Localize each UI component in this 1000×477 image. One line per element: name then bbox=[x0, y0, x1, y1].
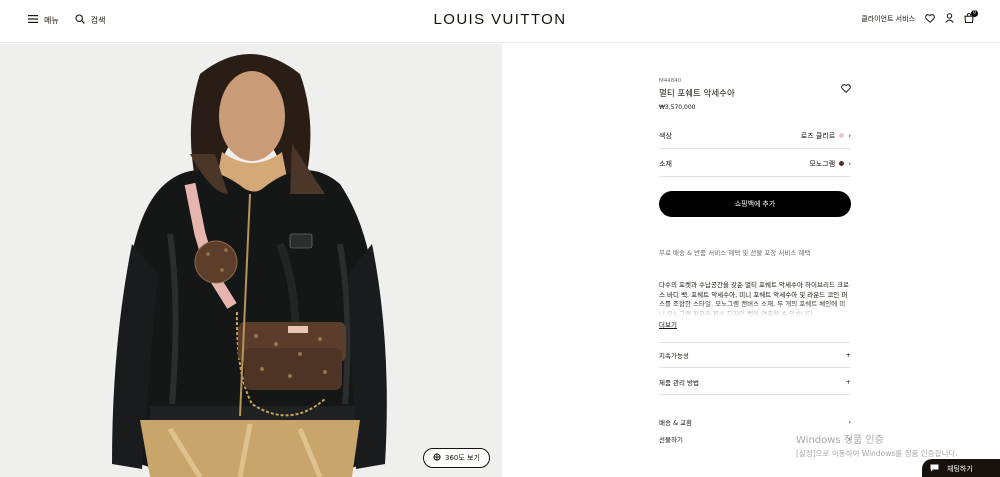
sustainability-label: 지속가능성 bbox=[659, 352, 689, 360]
header-right: 클라이언트 서비스 0 bbox=[861, 10, 978, 25]
top-header: 메뉴 검색 LOUIS VUITTON 클라이언트 서비스 0 bbox=[0, 0, 1000, 43]
material-option-value-group: 모노그램 › bbox=[809, 159, 851, 169]
watermark-subtitle: [설정]으로 이동하여 Windows를 정품 인증합니다. bbox=[796, 449, 958, 458]
chat-bubble-icon bbox=[930, 464, 939, 474]
add-to-wishlist-heart-icon[interactable] bbox=[841, 78, 851, 97]
product-price: ₩3,570,000 bbox=[659, 104, 696, 111]
product-panel: M44840 멀티 포쉐트 악세수아 ₩3,570,000 색상 로즈 클리르 … bbox=[659, 78, 851, 444]
product-name: 멀티 포쉐트 악세수아 bbox=[659, 89, 735, 99]
material-option-value: 모노그램 bbox=[809, 159, 836, 168]
client-service-link[interactable]: 클라이언트 서비스 bbox=[861, 14, 915, 24]
cart-button[interactable]: 0 bbox=[964, 10, 978, 25]
chat-label: 채팅하기 bbox=[947, 465, 973, 473]
brand-logo[interactable]: LOUIS VUITTON bbox=[0, 11, 1000, 28]
material-swatch bbox=[839, 161, 845, 166]
color-option-row[interactable]: 색상 로즈 클리르 › bbox=[659, 123, 851, 149]
gifting-label: 선물하기 bbox=[659, 436, 683, 444]
material-option-row[interactable]: 소재 모노그램 › bbox=[659, 151, 851, 177]
rotate-360-icon bbox=[433, 453, 441, 463]
product-sku: M44840 bbox=[659, 78, 682, 84]
chevron-right-icon: › bbox=[848, 159, 851, 168]
material-option-label: 소재 bbox=[659, 159, 672, 168]
windows-activation-watermark: Windows 정품 인증 [설정]으로 이동하여 Windows를 정품 인증… bbox=[796, 431, 958, 459]
account-icon[interactable] bbox=[945, 13, 954, 25]
care-accordion[interactable]: 제품 관리 방법 + bbox=[659, 369, 851, 395]
care-label: 제품 관리 방법 bbox=[659, 378, 700, 387]
shopping-bag-icon bbox=[964, 13, 974, 25]
description-fade bbox=[659, 301, 851, 317]
color-option-label: 색상 bbox=[659, 131, 672, 140]
chevron-right-icon: › bbox=[848, 131, 851, 140]
wishlist-heart-icon[interactable] bbox=[925, 13, 935, 25]
sustainability-accordion[interactable]: 지속가능성 + bbox=[659, 342, 851, 368]
color-swatch bbox=[839, 133, 845, 138]
view-360-label: 360도 보기 bbox=[445, 454, 480, 462]
watermark-title: Windows 정품 인증 bbox=[796, 435, 884, 446]
chevron-right-icon: › bbox=[848, 418, 851, 426]
chat-button[interactable]: 채팅하기 bbox=[922, 459, 1000, 477]
delivery-returns-link[interactable]: 배송 & 교환 › bbox=[659, 417, 851, 427]
plus-icon: + bbox=[845, 377, 851, 386]
product-hero-image: 360도 보기 bbox=[0, 44, 502, 477]
service-benefits-link[interactable]: 무료 배송 & 반품 서비스 혜택 및 선물 포장 서비스 혜택 bbox=[659, 247, 810, 257]
view-360-button[interactable]: 360도 보기 bbox=[423, 448, 490, 468]
read-more-link[interactable]: 더보기 bbox=[659, 319, 677, 329]
add-to-cart-button[interactable]: 쇼핑백에 추가 bbox=[659, 191, 851, 217]
color-option-value: 로즈 클리르 bbox=[800, 131, 836, 140]
delivery-returns-label: 배송 & 교환 bbox=[659, 419, 693, 427]
plus-icon: + bbox=[845, 351, 851, 359]
cart-count-badge: 0 bbox=[971, 10, 978, 17]
color-option-value-group: 로즈 클리르 › bbox=[801, 131, 851, 141]
model-photo bbox=[0, 44, 502, 477]
